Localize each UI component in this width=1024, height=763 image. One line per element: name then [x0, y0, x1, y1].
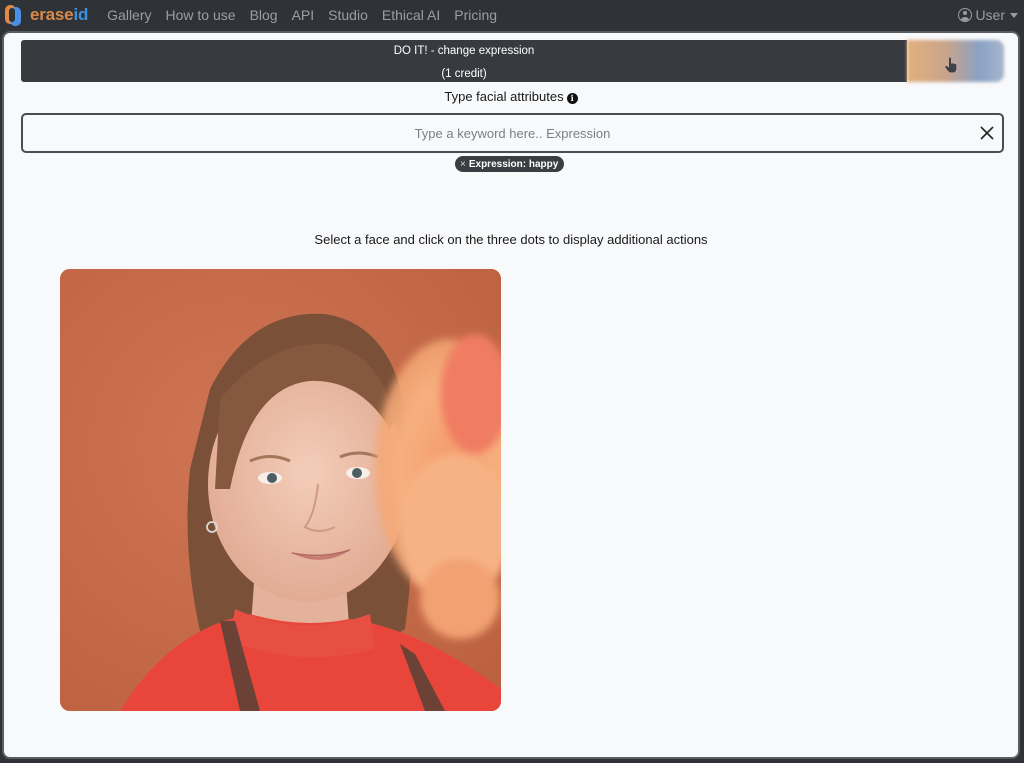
nav-link-how-to-use[interactable]: How to use — [166, 0, 236, 30]
eraseid-logo-icon — [4, 4, 22, 26]
do-it-label: DO IT! - change expression — [393, 45, 535, 57]
caret-down-icon — [1010, 12, 1018, 18]
user-circle-icon — [958, 8, 973, 22]
nav-link-ethical-ai[interactable]: Ethical AI — [382, 0, 440, 30]
user-menu-dropdown[interactable]: User — [958, 0, 1018, 30]
instruction-text: Select a face and click on the three dot… — [314, 232, 708, 247]
nav-link-pricing[interactable]: Pricing — [454, 0, 497, 30]
nav-link-blog[interactable]: Blog — [250, 0, 278, 30]
attribute-search-box — [21, 113, 1004, 153]
brand-name-part2: id — [73, 5, 89, 24]
do-it-credit-cost: (1 credit) — [441, 68, 487, 80]
facial-attributes-label: Type facial attributes i — [4, 89, 1018, 104]
user-menu-label: User — [975, 7, 1005, 23]
facial-attributes-label-text: Type facial attributes — [444, 89, 564, 104]
nav-link-gallery[interactable]: Gallery — [107, 0, 151, 30]
attribute-search-input[interactable] — [23, 115, 1002, 151]
brand-logo-link[interactable]: eraseid — [4, 0, 88, 30]
brand-name: eraseid — [30, 5, 88, 25]
portrait-image — [60, 269, 501, 711]
do-it-button[interactable]: DO IT! - change expression (1 credit) — [21, 40, 907, 82]
attribute-chip-label: Expression: happy — [468, 158, 559, 170]
remove-chip-icon[interactable]: × — [460, 159, 466, 170]
info-icon[interactable]: i — [566, 93, 578, 104]
clear-search-icon[interactable] — [979, 125, 995, 141]
nav-link-api[interactable]: API — [292, 0, 315, 30]
attribute-chip-expression[interactable]: × Expression: happy — [455, 156, 565, 172]
navbar: eraseid Gallery How to use Blog API Stud… — [0, 0, 1024, 30]
hand-pointer-icon — [945, 57, 957, 73]
main-card: DO IT! - change expression (1 credit) Ty… — [2, 31, 1020, 759]
brand-name-part1: erase — [30, 5, 74, 24]
face-photo[interactable] — [60, 269, 501, 711]
nav-links: Gallery How to use Blog API Studio Ethic… — [107, 0, 511, 30]
nav-link-studio[interactable]: Studio — [328, 0, 368, 30]
